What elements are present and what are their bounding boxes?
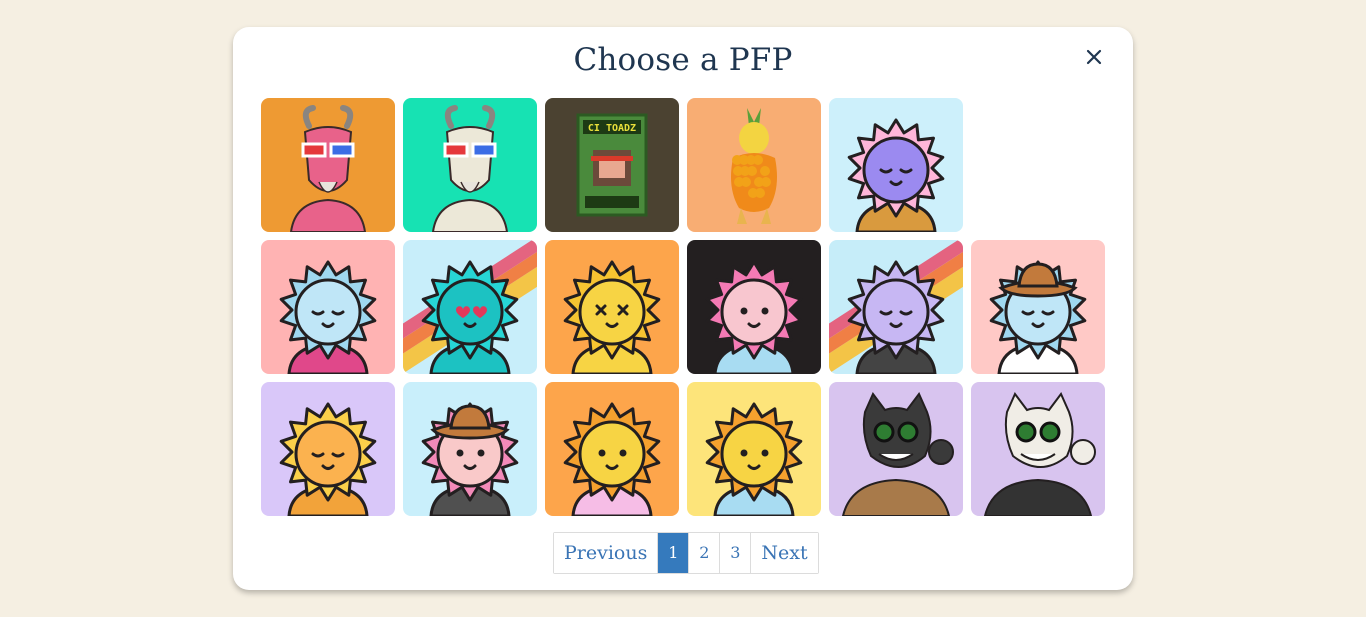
pfp-option-sun-pink-hoodie[interactable]	[687, 240, 821, 374]
pfp-avatar-image	[431, 105, 509, 232]
next-page-button[interactable]: Next	[751, 533, 818, 573]
pfp-avatar-image	[289, 105, 367, 232]
pfp-option-sun-fire-mouth[interactable]	[261, 382, 395, 516]
page-button-3[interactable]: 3	[720, 533, 752, 573]
pfp-option-cryptoadz[interactable]: CI TOADZ	[545, 98, 679, 232]
pagination: Previous 1 2 3 Next	[553, 532, 819, 574]
pfp-option-sun-cowboy-blue[interactable]	[971, 240, 1105, 374]
pfp-avatar-image	[279, 260, 377, 374]
pfp-avatar-image	[421, 402, 519, 516]
modal-title: Choose a PFP	[573, 42, 793, 78]
page-button-2[interactable]: 2	[689, 533, 721, 573]
pfp-avatar-image	[829, 240, 963, 374]
pfp-avatar-image	[705, 260, 803, 374]
pfp-option-cat-black-jacket[interactable]	[829, 382, 963, 516]
pfp-avatar-image	[705, 402, 803, 516]
pfp-avatar-image	[403, 240, 537, 374]
pfp-avatar-image	[841, 392, 954, 516]
pfp-avatar-image: CI TOADZ	[576, 113, 648, 217]
svg-text:CI TOADZ: CI TOADZ	[588, 123, 636, 134]
pfp-avatar-image	[989, 260, 1087, 374]
pfp-grid: CI TOADZ	[261, 98, 1105, 516]
pfp-option-sun-rainbow-teal[interactable]	[403, 240, 537, 374]
pfp-avatar-image	[983, 392, 1096, 516]
pfp-option-pineapple[interactable]	[687, 98, 821, 232]
pfp-option-sun-overalls-yellow[interactable]	[687, 382, 821, 516]
close-icon	[1086, 49, 1102, 65]
pfp-avatar-image	[563, 260, 661, 374]
pfp-avatar-image	[563, 402, 661, 516]
pfp-option-cat-sailor[interactable]	[971, 382, 1105, 516]
pfp-option-sun-cowboy-pink[interactable]	[403, 382, 537, 516]
pfp-option-sun-kimono[interactable]	[545, 382, 679, 516]
pfp-option-goat-white[interactable]	[403, 98, 537, 232]
pfp-option-sun-gradient-overalls[interactable]	[829, 98, 963, 232]
pfp-avatar-image	[731, 108, 777, 224]
close-button[interactable]	[1083, 46, 1105, 68]
pfp-modal: Choose a PFP CI TOADZ Previous 1 2 3 Nex…	[233, 27, 1133, 590]
pfp-avatar-image	[279, 402, 377, 516]
pfp-option-goat-pink[interactable]	[261, 98, 395, 232]
pfp-avatar-image	[847, 118, 945, 232]
grid-empty-slot	[971, 98, 1105, 232]
previous-page-button[interactable]: Previous	[554, 533, 659, 573]
pfp-option-sun-pink-rings[interactable]	[261, 240, 395, 374]
pfp-option-sun-yellow-x[interactable]	[545, 240, 679, 374]
page-button-1[interactable]: 1	[658, 533, 690, 573]
pfp-option-sun-lilac-rainbow[interactable]	[829, 240, 963, 374]
